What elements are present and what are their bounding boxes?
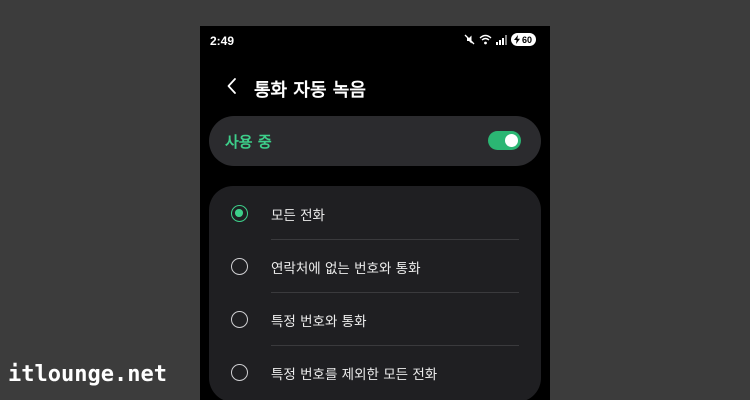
back-button[interactable] — [220, 74, 244, 102]
chevron-left-icon — [226, 77, 238, 99]
option-label: 모든 전화 — [271, 208, 325, 224]
status-bar: 2:49 60 — [200, 26, 550, 58]
option-label: 연락처에 없는 번호와 통화 — [271, 261, 421, 277]
status-time: 2:49 — [210, 34, 235, 48]
page-header: 통화 자동 녹음 — [200, 70, 550, 106]
radio-button[interactable] — [231, 364, 248, 381]
auto-record-toggle-row[interactable]: 사용 중 — [209, 116, 541, 166]
record-options-list: 모든 전화 연락처에 없는 번호와 통화 특정 번호와 통화 특정 번호를 제외… — [209, 186, 541, 400]
option-label: 특정 번호를 제외한 모든 전화 — [271, 367, 438, 383]
battery-charging-icon — [513, 35, 520, 44]
auto-record-switch[interactable] — [488, 131, 521, 150]
battery-level: 60 — [521, 34, 532, 45]
option-unknown-numbers[interactable]: 연락처에 없는 번호와 통화 — [209, 239, 541, 292]
battery-indicator: 60 — [510, 33, 536, 46]
option-all-calls[interactable]: 모든 전화 — [209, 186, 541, 239]
option-all-except-specific[interactable]: 특정 번호를 제외한 모든 전화 — [209, 345, 541, 398]
radio-button-selected[interactable] — [231, 205, 248, 222]
page-title: 통화 자동 녹음 — [254, 80, 366, 101]
mute-icon — [464, 34, 475, 45]
toggle-label: 사용 중 — [225, 133, 272, 151]
signal-icon — [495, 34, 507, 45]
watermark: itlounge.net — [8, 362, 167, 387]
radio-button[interactable] — [231, 258, 248, 275]
option-specific-numbers[interactable]: 특정 번호와 통화 — [209, 292, 541, 345]
status-icons: 60 — [464, 33, 536, 46]
phone-screen: 2:49 60 통화 자동 녹음 사용 중 모든 전화 연락처에 없는 번호와 … — [200, 26, 550, 400]
switch-knob — [505, 134, 518, 147]
option-label: 특정 번호와 통화 — [271, 314, 367, 330]
wifi-icon — [479, 34, 492, 45]
radio-button[interactable] — [231, 311, 248, 328]
radio-dot — [235, 209, 243, 217]
